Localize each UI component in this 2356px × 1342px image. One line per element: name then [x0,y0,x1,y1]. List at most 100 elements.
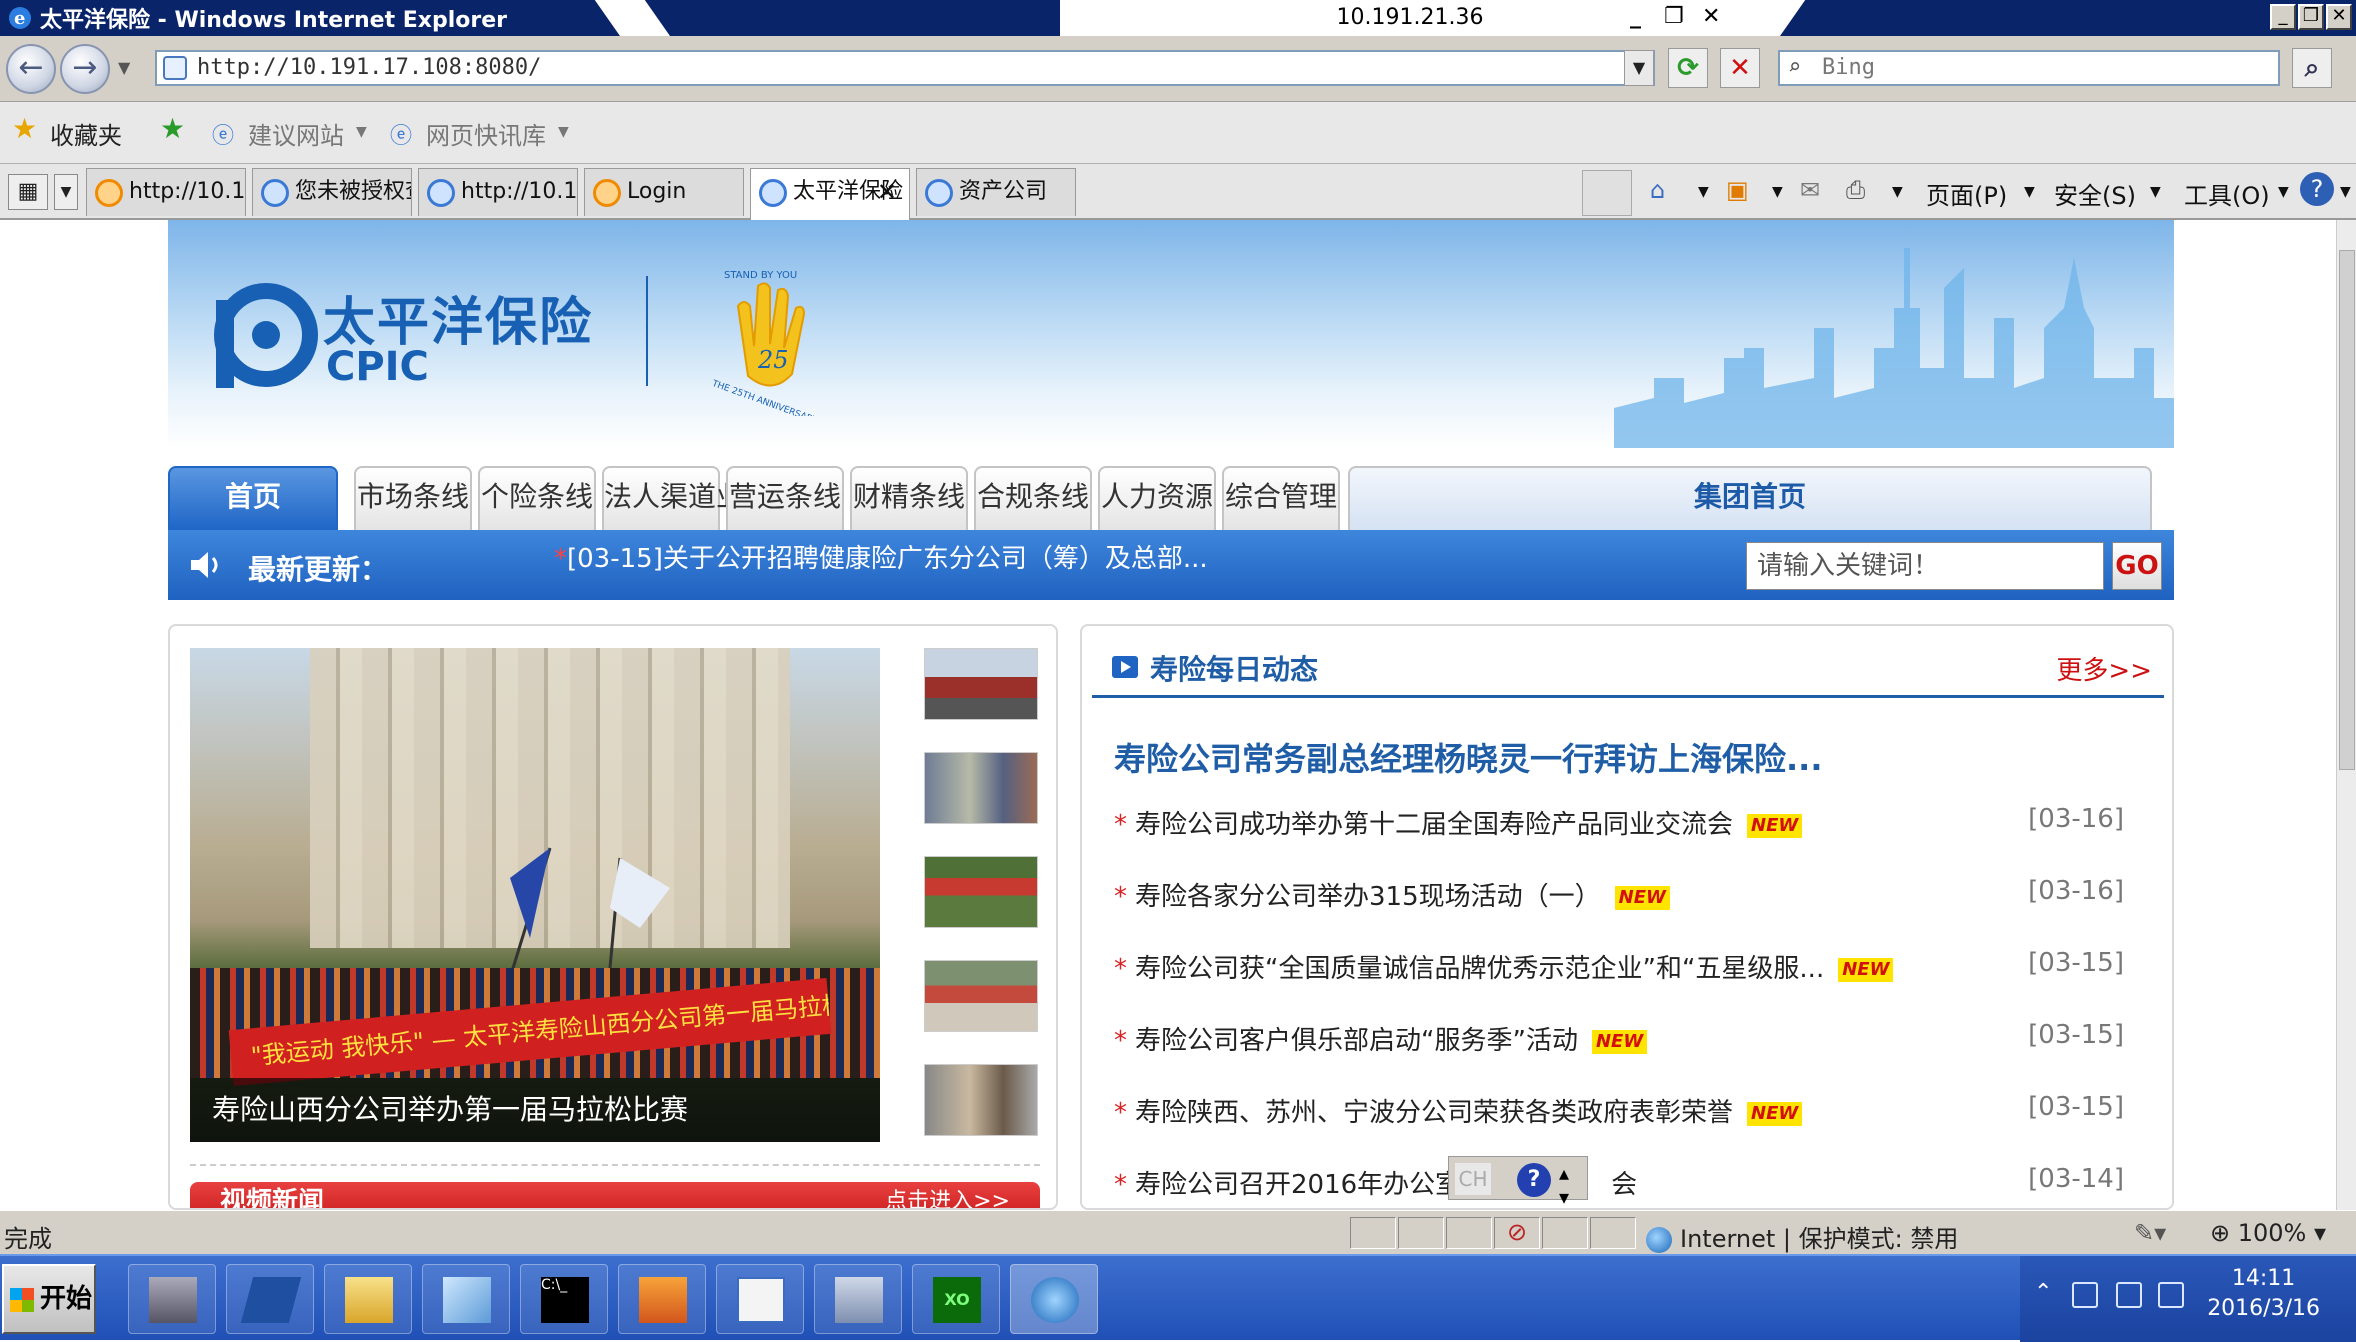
news-list-item[interactable]: * 寿险各家分公司举办315现场活动（一） NEW [03-16] [1114,876,2154,916]
forward-button[interactable]: → [60,44,110,94]
minimize-button[interactable]: _ [2270,4,2296,30]
ime-options-icon[interactable]: ▴ ▾ [1559,1161,1569,1209]
taskbar-powershell[interactable] [226,1264,314,1334]
news-list-item[interactable]: * 寿险公司召开2016年办公室 会 [03-14] [1114,1164,2154,1204]
browser-tab[interactable]: 资产公司 [916,168,1076,216]
taskbar-explorer[interactable] [324,1264,412,1334]
zoom-control[interactable]: ⊕ 100% ▾ [2210,1219,2326,1247]
more-link[interactable]: 更多>> [2056,650,2152,687]
headline-link[interactable]: 寿险公司常务副总经理杨晓灵一行拜访上海保险... [1114,734,1822,780]
search-input[interactable]: ⌕ Bing [1778,50,2280,86]
menu-tab[interactable]: 财精条线 [850,466,968,530]
taskbar-internet-explorer[interactable] [1010,1264,1098,1334]
taskbar-xshell[interactable]: XO [912,1264,1000,1334]
photo-thumbnail-5[interactable] [924,1064,1038,1136]
add-favorite-icon[interactable]: ★ [160,112,185,145]
page-menu-dropdown-icon[interactable]: ▼ [2024,184,2035,200]
favorites-button[interactable]: 收藏夹 [50,116,122,151]
menu-tab[interactable]: 综合管理 [1222,466,1340,530]
page-menu[interactable]: 页面(P) [1926,176,2007,211]
home-dropdown-icon[interactable]: ▼ [1698,184,1709,200]
ime-help-icon[interactable]: ? [1517,1163,1551,1197]
menu-tab[interactable]: 首页 [168,466,338,530]
menu-tab[interactable]: 集团首页 [1348,466,2152,530]
new-tab-button[interactable] [1582,170,1632,216]
safety-menu-dropdown-icon[interactable]: ▼ [2150,184,2161,200]
zoom-dropdown-icon[interactable]: ▾ [2306,1219,2326,1247]
help-icon[interactable]: ? [2300,172,2334,206]
print-dropdown-icon[interactable]: ▼ [1892,184,1903,200]
feeds-icon[interactable]: ▣ [1726,176,1749,204]
feeds-dropdown-icon[interactable]: ▼ [1772,184,1783,200]
video-news-more-link[interactable]: 点击进入>> [885,1182,1010,1208]
photo-thumbnail-2[interactable] [924,752,1038,824]
suggested-sites-link[interactable]: 建议网站 [248,116,344,151]
close-tab-icon[interactable]: ✕ [877,169,897,215]
rdp-close-button[interactable]: ✕ [1702,4,1720,29]
menu-tab[interactable]: 人力资源 [1098,466,1216,530]
tab-list-dropdown-icon[interactable]: ▼ [54,174,78,210]
maximize-button[interactable]: ❐ [2298,4,2324,30]
home-icon[interactable]: ⌂ [1650,176,1665,204]
network-icon[interactable] [2116,1282,2142,1308]
video-news-tab[interactable]: 视频新闻 点击进入>> [190,1182,1040,1208]
back-button[interactable]: ← [6,44,56,94]
popup-blocker-icon[interactable]: ⊘ [1494,1217,1540,1249]
news-list-item[interactable]: * 寿险公司获“全国质量诚信品牌优秀示范企业”和“五星级服... NEW [03-15… [1114,948,2154,988]
news-list-item[interactable]: * 寿险公司成功举办第十二届全国寿险产品同业交流会 NEW [03-16] [1114,804,2154,844]
volume-icon[interactable] [2158,1282,2184,1308]
photo-thumbnail-4[interactable] [924,960,1038,1032]
news-list-item[interactable]: * 寿险公司客户俱乐部启动“服务季”活动 NEW [03-15] [1114,1020,2154,1060]
taskbar-cmd[interactable]: C:\_ [520,1264,608,1334]
photo-thumbnail-3[interactable] [924,856,1038,928]
taskbar-server-manager[interactable] [128,1264,216,1334]
browser-tab[interactable]: Login [584,168,744,216]
ime-language-button[interactable]: CH [1455,1163,1491,1195]
print-icon[interactable]: ⎙ [1846,176,1865,204]
taskbar-flash-app[interactable] [618,1264,706,1334]
safety-menu[interactable]: 安全(S) [2054,176,2136,211]
close-button[interactable]: ✕ [2326,4,2352,30]
latest-updates-ticker[interactable]: *[03-15]关于公开招聘健康险广东分公司（筹）及总部... [554,538,1208,575]
menu-tab[interactable]: 营运条线 [726,466,844,530]
notification-icon[interactable]: ✎▾ [2134,1219,2166,1247]
stop-icon[interactable]: ✕ [1720,48,1760,88]
browser-tab[interactable]: 太平洋保险 ✕ [750,168,910,220]
taskbar-app[interactable] [422,1264,510,1334]
menu-tab[interactable]: 个险条线 [478,466,596,530]
tools-menu[interactable]: 工具(O) [2184,176,2270,211]
read-mail-icon[interactable]: ✉ [1800,176,1820,204]
browser-tab[interactable]: http://10.19... [418,168,578,216]
action-center-flag-icon[interactable] [2072,1282,2098,1308]
show-hidden-icons-icon[interactable]: ⌃ [2034,1280,2052,1305]
refresh-icon[interactable]: ⟳ [1668,48,1708,88]
help-dropdown-icon[interactable]: ▼ [2340,184,2351,200]
search-go-icon[interactable]: ⌕ [2292,48,2332,88]
go-button[interactable]: GO [2112,542,2162,590]
address-dropdown-icon[interactable]: ▼ [1624,50,1654,86]
web-slice-dropdown-icon[interactable]: ▼ [558,124,569,140]
vertical-scrollbar[interactable] [2336,220,2356,1210]
clock[interactable]: 14:11 2016/3/16 [2207,1264,2320,1324]
taskbar-remote-desktop[interactable] [814,1264,902,1334]
security-zone[interactable]: Internet | 保护模式: 禁用 [1646,1219,1958,1254]
menu-tab[interactable]: 合规条线 [974,466,1092,530]
news-list-item[interactable]: * 寿险陕西、苏州、宁波分公司荣获各类政府表彰荣誉 NEW [03-15] [1114,1092,2154,1132]
tools-menu-dropdown-icon[interactable]: ▼ [2278,184,2289,200]
web-slice-gallery-link[interactable]: 网页快讯库 [426,116,546,151]
menu-tab[interactable]: 市场条线 [354,466,472,530]
quick-tabs-icon[interactable]: ▦ [8,174,48,210]
history-dropdown-icon[interactable]: ▼ [118,58,130,77]
browser-tab[interactable]: http://10.19... [86,168,246,216]
rdp-minimize-button[interactable]: _ [1630,4,1641,29]
browser-tab[interactable]: 您未被授权查... [252,168,412,216]
rdp-restore-button[interactable]: ❐ [1664,4,1684,29]
menu-tab[interactable]: 法人渠道业务 [602,466,772,530]
address-bar[interactable]: http://10.191.17.108:8080/ [155,50,1655,86]
suggested-sites-dropdown-icon[interactable]: ▼ [356,124,367,140]
scrollbar-thumb[interactable] [2339,250,2355,770]
taskbar-wordpad[interactable] [716,1264,804,1334]
photo-thumbnail-1[interactable] [924,648,1038,720]
featured-photo[interactable]: "我运动 我快乐" — 太平洋寿险山西分公司第一届马拉松比赛（第一站） 寿险山西… [190,648,880,1142]
start-button[interactable]: 开始 [2,1264,96,1334]
